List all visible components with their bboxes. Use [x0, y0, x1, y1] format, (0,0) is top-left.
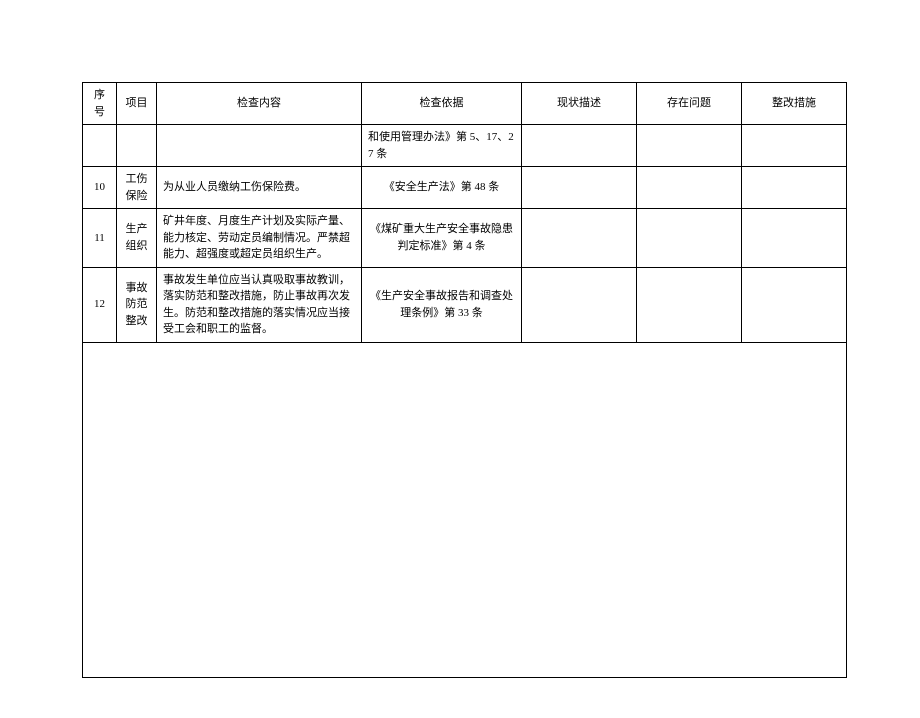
- table-header-row: 序号 项目 检查内容 检查依据 现状描述 存在问题 整改措施: [83, 83, 847, 125]
- cell-basis: 和使用管理办法》第 5、17、27 条: [362, 125, 522, 167]
- header-status: 现状描述: [522, 83, 637, 125]
- cell-seq: 12: [83, 267, 117, 342]
- blank-cell: [83, 342, 847, 677]
- cell-problem: [637, 125, 742, 167]
- cell-problem: [637, 267, 742, 342]
- cell-status: [522, 125, 637, 167]
- header-content: 检查内容: [157, 83, 362, 125]
- header-seq: 序号: [83, 83, 117, 125]
- cell-content: 事故发生单位应当认真吸取事故教训，落实防范和整改措施，防止事故再次发生。防范和整…: [157, 267, 362, 342]
- cell-problem: [637, 209, 742, 268]
- cell-status: [522, 267, 637, 342]
- table-row: 11 生产组织 矿井年度、月度生产计划及实际产量、能力核定、劳动定员编制情况。严…: [83, 209, 847, 268]
- cell-seq: 10: [83, 167, 117, 209]
- cell-status: [522, 209, 637, 268]
- cell-content: 为从业人员缴纳工伤保险费。: [157, 167, 362, 209]
- header-action: 整改措施: [742, 83, 847, 125]
- cell-seq: [83, 125, 117, 167]
- cell-basis: 《生产安全事故报告和调查处理条例》第 33 条: [362, 267, 522, 342]
- cell-status: [522, 167, 637, 209]
- header-problem: 存在问题: [637, 83, 742, 125]
- header-item: 项目: [117, 83, 157, 125]
- inspection-table: 序号 项目 检查内容 检查依据 现状描述 存在问题 整改措施 和使用管理办法》第…: [82, 82, 847, 678]
- cell-action: [742, 125, 847, 167]
- cell-action: [742, 267, 847, 342]
- cell-seq: 11: [83, 209, 117, 268]
- cell-action: [742, 167, 847, 209]
- table-row: 和使用管理办法》第 5、17、27 条: [83, 125, 847, 167]
- cell-content: [157, 125, 362, 167]
- cell-item: 工伤保险: [117, 167, 157, 209]
- cell-item: [117, 125, 157, 167]
- cell-problem: [637, 167, 742, 209]
- cell-basis: 《煤矿重大生产安全事故隐患判定标准》第 4 条: [362, 209, 522, 268]
- cell-action: [742, 209, 847, 268]
- cell-item: 事故防范整改: [117, 267, 157, 342]
- cell-item: 生产组织: [117, 209, 157, 268]
- header-basis: 检查依据: [362, 83, 522, 125]
- cell-basis: 《安全生产法》第 48 条: [362, 167, 522, 209]
- table-row: 10 工伤保险 为从业人员缴纳工伤保险费。 《安全生产法》第 48 条: [83, 167, 847, 209]
- table-blank-area: [83, 342, 847, 677]
- table-row: 12 事故防范整改 事故发生单位应当认真吸取事故教训，落实防范和整改措施，防止事…: [83, 267, 847, 342]
- cell-content: 矿井年度、月度生产计划及实际产量、能力核定、劳动定员编制情况。严禁超能力、超强度…: [157, 209, 362, 268]
